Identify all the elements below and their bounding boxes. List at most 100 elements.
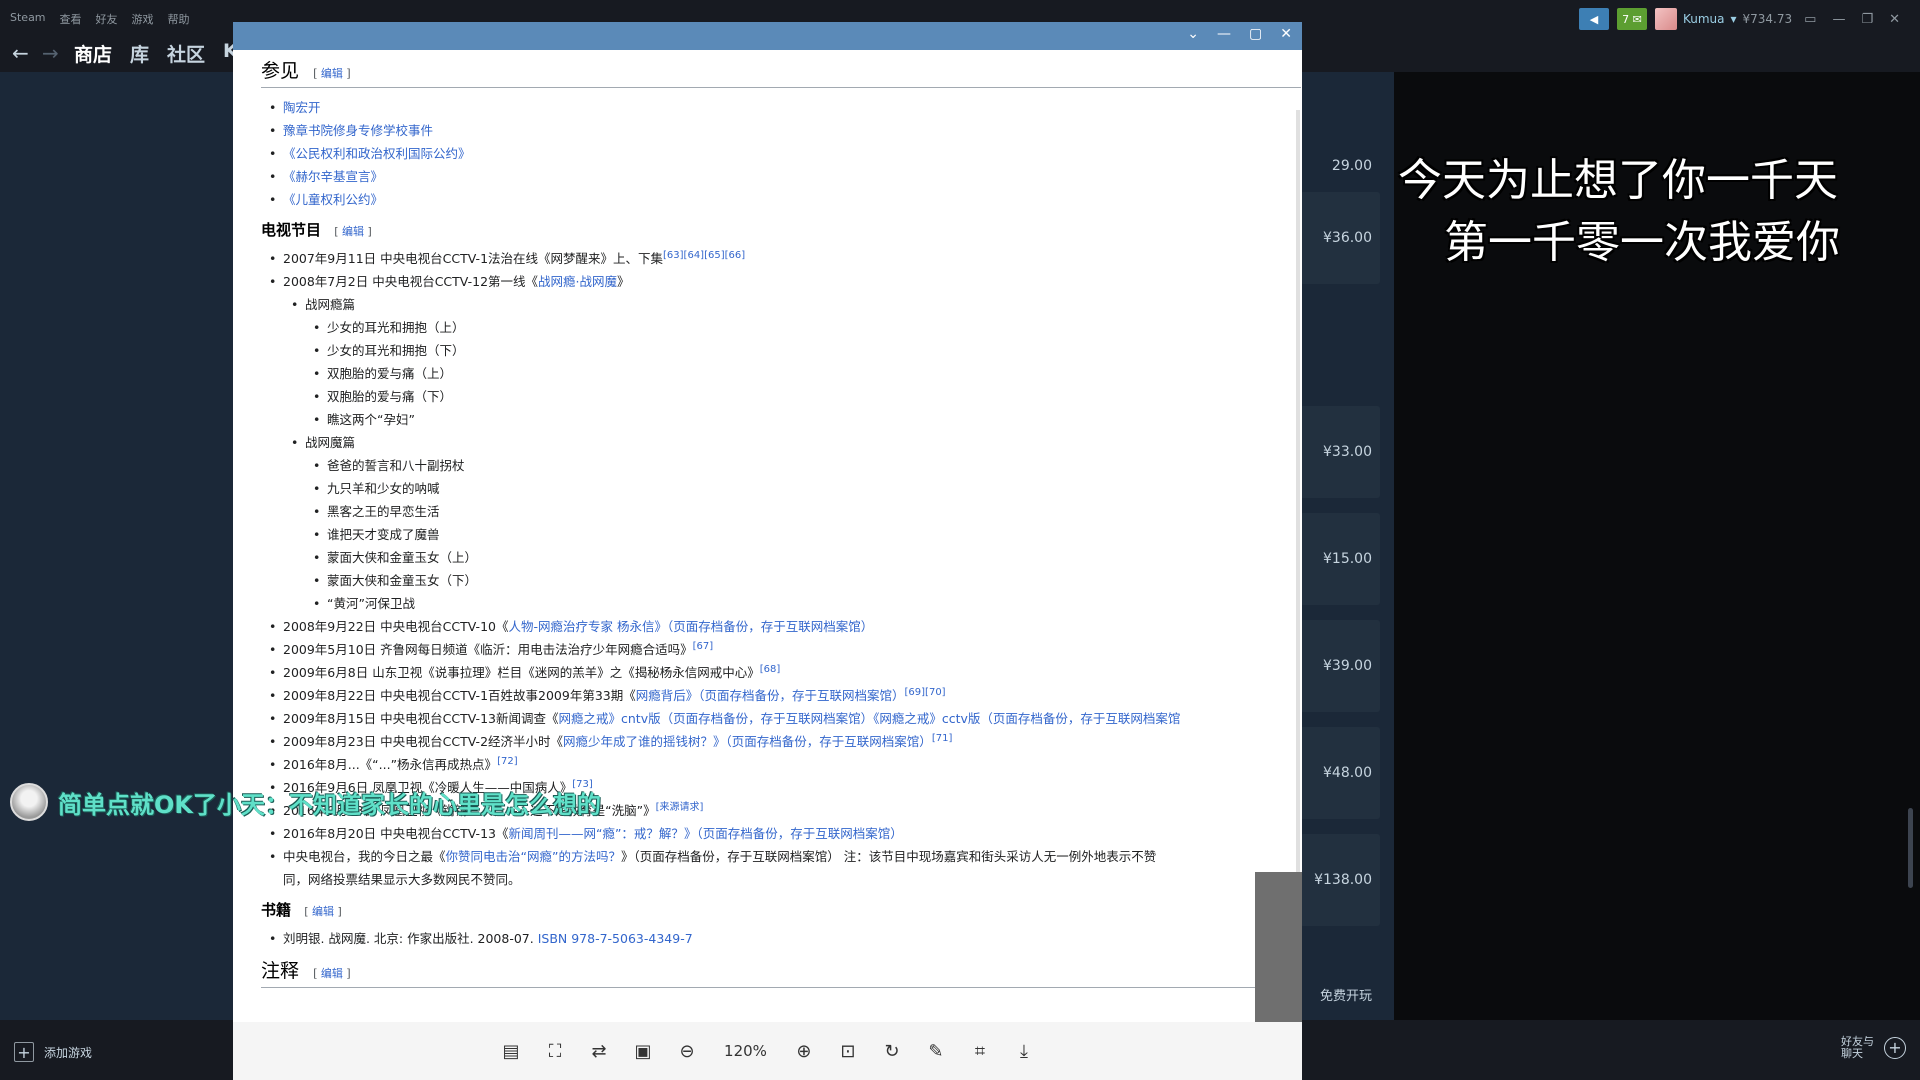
close-icon[interactable]: ✕ bbox=[1280, 26, 1292, 42]
danmaku-text: 简单点就OK了小天：不知道家长的心里是怎么想的 bbox=[58, 790, 601, 819]
thumbnail-navigator[interactable]: ✕ bbox=[1255, 872, 1302, 1030]
download-icon[interactable]: ⤓ bbox=[1013, 1040, 1035, 1062]
reference-link[interactable]: [71] bbox=[932, 733, 953, 744]
edit-icon[interactable]: ✎ bbox=[925, 1040, 947, 1062]
wiki-link[interactable]: 你赞同电击治“网瘾”的方法吗？ bbox=[446, 849, 621, 864]
item-text: 2009年8月23日 中央电视台CCTV-2经济半小时《 bbox=[283, 734, 564, 749]
list-item: 蒙面大侠和金童玉女（上） bbox=[313, 546, 1301, 569]
item-text: 同，网络投票结果显示大多数网民不赞同。 bbox=[283, 872, 521, 887]
item-text: 2008年7月2日 中央电视台CCTV-12第一线《 bbox=[283, 274, 539, 289]
edit-link[interactable]: [ 编辑 ] bbox=[334, 225, 372, 238]
list-item: 黑客之王的早恋生活 bbox=[313, 500, 1301, 523]
item-text: 战网魔篇 bbox=[305, 435, 356, 450]
big-picture-icon[interactable]: ▭ bbox=[1800, 12, 1820, 27]
list-item: 2009年8月23日 中央电视台CCTV-2经济半小时《网瘾少年成了谁的摇钱树？… bbox=[269, 730, 1301, 753]
wiki-link[interactable]: 战网瘾·战网魔 bbox=[538, 274, 617, 289]
wiki-link[interactable]: 豫章书院修身专修学校事件 bbox=[283, 123, 433, 138]
edit-label[interactable]: 编辑 bbox=[321, 967, 343, 980]
broadcast-icon[interactable]: ◀ bbox=[1578, 8, 1609, 30]
menu-view[interactable]: 查看 bbox=[60, 11, 82, 27]
list-item: 刘明银. 战网魔. 北京: 作家出版社. 2008-07. ISBN 978-7… bbox=[269, 927, 1301, 950]
archive-link[interactable]: 》（页面存档备份，存于互联网档案馆） bbox=[686, 688, 905, 703]
archive-link[interactable]: 》cntv版（页面存档备份，存于互联网档案馆）《网瘾之戒》cctv版（页面存档备… bbox=[609, 711, 1181, 726]
reference-link[interactable]: [67] bbox=[693, 641, 714, 652]
edit-label[interactable]: 编辑 bbox=[342, 225, 364, 238]
wiki-link[interactable]: 新闻周刊——网“瘾”：戒？解？ bbox=[508, 826, 683, 841]
tab-library[interactable]: 库 bbox=[130, 40, 149, 67]
list-item: 瞧这两个“孕妇” bbox=[313, 408, 1301, 431]
back-arrow-icon[interactable]: ← bbox=[12, 41, 29, 65]
list-item: 双胞胎的爱与痛（下） bbox=[313, 385, 1301, 408]
list-item: 2008年9月22日 中央电视台CCTV-10《人物-网瘾治疗专家 杨永信》（页… bbox=[269, 615, 1301, 638]
tab-community[interactable]: 社区 bbox=[167, 40, 205, 67]
reference-link[interactable]: [68] bbox=[760, 664, 781, 675]
edit-link[interactable]: [ 编辑 ] bbox=[304, 905, 342, 918]
menu-steam[interactable]: Steam bbox=[10, 11, 46, 27]
menu-help[interactable]: 帮助 bbox=[168, 11, 190, 27]
isbn-link[interactable]: ISBN 978-7-5063-4349-7 bbox=[538, 931, 693, 946]
citation-needed-link[interactable]: [来源请求] bbox=[656, 802, 704, 813]
wiki-link[interactable]: 《公民权利和政治权利国际公约》 bbox=[283, 146, 471, 161]
menu-games[interactable]: 游戏 bbox=[132, 11, 154, 27]
wiki-link[interactable]: 网瘾背后 bbox=[636, 688, 686, 703]
list-item: 豫章书院修身专修学校事件 bbox=[269, 119, 1301, 142]
price-tag[interactable]: ¥39.00 bbox=[1300, 620, 1380, 712]
price-tag[interactable]: ¥138.00 bbox=[1300, 834, 1380, 926]
scrollbar[interactable] bbox=[1908, 808, 1913, 888]
translate-icon[interactable]: ⇄ bbox=[588, 1040, 610, 1062]
fit-window-icon[interactable]: ▣ bbox=[632, 1040, 654, 1062]
archive-link[interactable]: 》（页面存档备份，存于互联网档案馆） bbox=[654, 619, 873, 634]
zoom-out-icon[interactable]: ⊖ bbox=[676, 1040, 698, 1062]
price-tag[interactable]: ¥33.00 bbox=[1300, 406, 1380, 498]
wiki-link[interactable]: 网瘾之戒 bbox=[558, 711, 608, 726]
notifications-button[interactable]: 7 ✉ bbox=[1616, 8, 1647, 30]
reference-link[interactable]: [63][64][65][66] bbox=[663, 250, 745, 261]
item-text: 2016年8月20日 中央电视台CCTV-13《 bbox=[283, 826, 509, 841]
add-game-button[interactable]: + 添加游戏 bbox=[14, 1042, 92, 1062]
viewer-toolbar: ▤ ⛶ ⇄ ▣ ⊖ 120% ⊕ ⊡ ↻ ✎ ⌗ ⤓ bbox=[233, 1022, 1302, 1080]
edit-label[interactable]: 编辑 bbox=[321, 67, 343, 80]
restore-icon[interactable]: ❐ bbox=[1857, 12, 1877, 27]
reference-link[interactable]: [72] bbox=[497, 756, 518, 767]
section-heading-tv: 电视节目 [ 编辑 ] bbox=[261, 219, 1301, 243]
chevron-down-icon: ▾ bbox=[1730, 12, 1737, 26]
price-tag[interactable]: ¥15.00 bbox=[1300, 513, 1380, 605]
close-icon[interactable]: ✕ bbox=[1885, 12, 1904, 27]
wiki-link[interactable]: 《赫尔辛基宣言》 bbox=[283, 169, 383, 184]
list-item: 《赫尔辛基宣言》 bbox=[269, 165, 1301, 188]
item-text: 爸爸的誓言和八十副拐杖 bbox=[327, 458, 465, 473]
tab-store[interactable]: 商店 bbox=[74, 40, 112, 67]
friends-chat-button[interactable]: 好友与 聊天 + bbox=[1841, 1036, 1906, 1060]
actual-size-icon[interactable]: ⊡ bbox=[837, 1040, 859, 1062]
edit-link[interactable]: [ 编辑 ] bbox=[313, 67, 351, 80]
user-menu[interactable]: Kumua ▾ ¥734.73 bbox=[1654, 8, 1792, 30]
list-item: 蒙面大侠和金童玉女（下） bbox=[313, 569, 1301, 592]
layout-icon[interactable]: ▤ bbox=[500, 1040, 522, 1062]
edit-label[interactable]: 编辑 bbox=[312, 905, 334, 918]
price-tag[interactable]: ¥36.00 bbox=[1300, 192, 1380, 284]
wiki-link[interactable]: 陶宏开 bbox=[283, 100, 321, 115]
wiki-link[interactable]: 网瘾少年成了谁的摇钱树？ bbox=[563, 734, 713, 749]
wiki-link[interactable]: 人物-网瘾治疗专家 杨永信 bbox=[508, 619, 654, 634]
wiki-article: 参见 [ 编辑 ] 陶宏开 豫章书院修身专修学校事件 《公民权利和政治权利国际公… bbox=[261, 50, 1301, 996]
menu-friends[interactable]: 好友 bbox=[96, 11, 118, 27]
zoom-in-icon[interactable]: ⊕ bbox=[793, 1040, 815, 1062]
ocr-scan-icon[interactable]: ⛶ bbox=[544, 1040, 566, 1062]
minimize-icon[interactable]: — bbox=[1217, 26, 1231, 42]
archive-link[interactable]: 》（页面存档备份，存于互联网档案馆） bbox=[684, 826, 903, 841]
edit-link[interactable]: [ 编辑 ] bbox=[313, 967, 351, 980]
price-tag[interactable]: ¥48.00 bbox=[1300, 727, 1380, 819]
rotate-icon[interactable]: ↻ bbox=[881, 1040, 903, 1062]
chevron-down-icon[interactable]: ⌄ bbox=[1187, 26, 1199, 42]
forward-arrow-icon[interactable]: → bbox=[42, 41, 59, 65]
store-price-column: 29.00 ¥36.00 ¥33.00 ¥15.00 ¥39.00 ¥48.00… bbox=[1300, 72, 1394, 1020]
archive-link[interactable]: 》（页面存档备份，存于互联网档案馆） bbox=[713, 734, 932, 749]
minimize-icon[interactable]: — bbox=[1828, 12, 1849, 27]
reference-link[interactable]: [69][70] bbox=[905, 687, 946, 698]
maximize-icon[interactable]: ▢ bbox=[1249, 26, 1262, 42]
viewer-image-area: 参见 [ 编辑 ] 陶宏开 豫章书院修身专修学校事件 《公民权利和政治权利国际公… bbox=[233, 50, 1302, 1056]
item-text: 2009年8月22日 中央电视台CCTV-1百姓故事2009年第33期《 bbox=[283, 688, 636, 703]
crop-icon[interactable]: ⌗ bbox=[969, 1040, 991, 1062]
wiki-link[interactable]: 《儿童权利公约》 bbox=[283, 192, 383, 207]
list-item: 2008年7月2日 中央电视台CCTV-12第一线《战网瘾·战网魔》 bbox=[269, 270, 1301, 293]
